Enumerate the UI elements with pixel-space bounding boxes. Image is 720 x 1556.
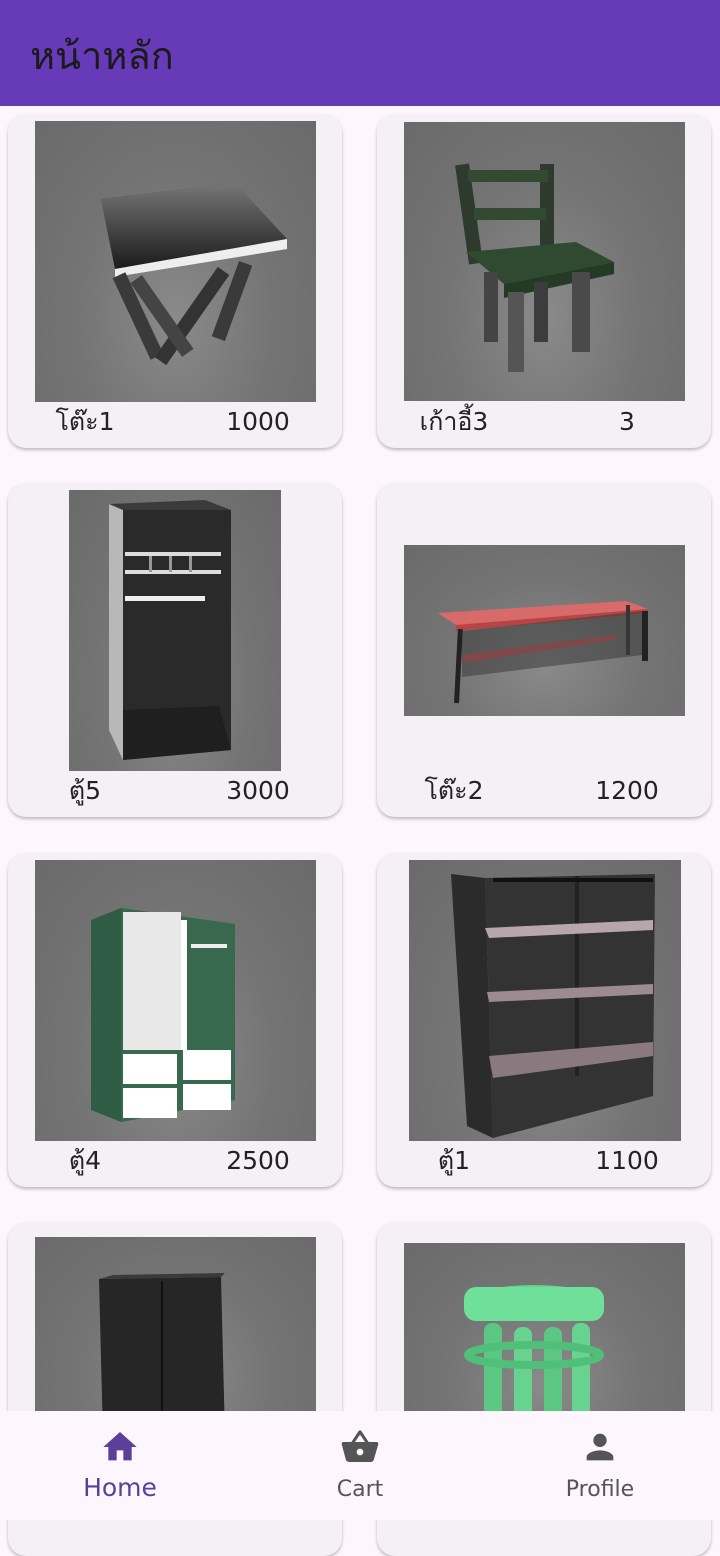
product-name: ตู้1 <box>437 1146 471 1175</box>
product-name: ตู้4 <box>68 1146 102 1175</box>
app-bar: หน้าหลัก <box>0 0 720 106</box>
home-icon <box>103 1432 137 1461</box>
product-price: 1100 <box>595 1146 659 1175</box>
folding-table-image <box>35 121 316 402</box>
nav-cart-label: Cart <box>336 1477 384 1502</box>
product-price: 3000 <box>226 776 290 805</box>
product-price: 2500 <box>226 1146 290 1175</box>
person-icon <box>586 1433 614 1461</box>
product-card[interactable]: เก้าอี้3 3 <box>377 114 711 448</box>
chair-image <box>404 122 685 401</box>
red-shelf-table-image <box>404 545 685 716</box>
product-name: โต๊ะ1 <box>55 407 115 436</box>
product-card[interactable]: ตู้5 3000 <box>8 483 342 817</box>
nav-cart[interactable]: Cart <box>240 1411 480 1520</box>
product-card[interactable]: ตู้1 1100 <box>377 853 711 1187</box>
product-price: 3 <box>619 407 635 436</box>
nav-home-label: Home <box>83 1473 157 1502</box>
nav-profile[interactable]: Profile <box>480 1411 720 1520</box>
product-price: 1200 <box>595 776 659 805</box>
product-price: 1000 <box>226 407 290 436</box>
green-wardrobe-image <box>35 860 316 1141</box>
product-name: โต๊ะ2 <box>424 776 484 805</box>
page-title: หน้าหลัก <box>30 34 174 78</box>
wardrobe-image <box>69 490 281 771</box>
nav-profile-label: Profile <box>565 1477 635 1502</box>
product-card[interactable]: โต๊ะ2 1200 <box>377 483 711 817</box>
product-card[interactable]: ตู้4 2500 <box>8 853 342 1187</box>
bookshelf-image <box>409 860 681 1141</box>
product-name: ตู้5 <box>68 776 102 805</box>
product-name: เก้าอี้3 <box>419 407 489 436</box>
nav-home[interactable]: Home <box>0 1411 240 1520</box>
bottom-navigation: Home Cart Profile <box>0 1411 720 1520</box>
basket-icon <box>341 1430 379 1462</box>
product-card[interactable]: โต๊ะ1 1000 <box>8 114 342 448</box>
dark-cabinet-image <box>35 1237 316 1437</box>
